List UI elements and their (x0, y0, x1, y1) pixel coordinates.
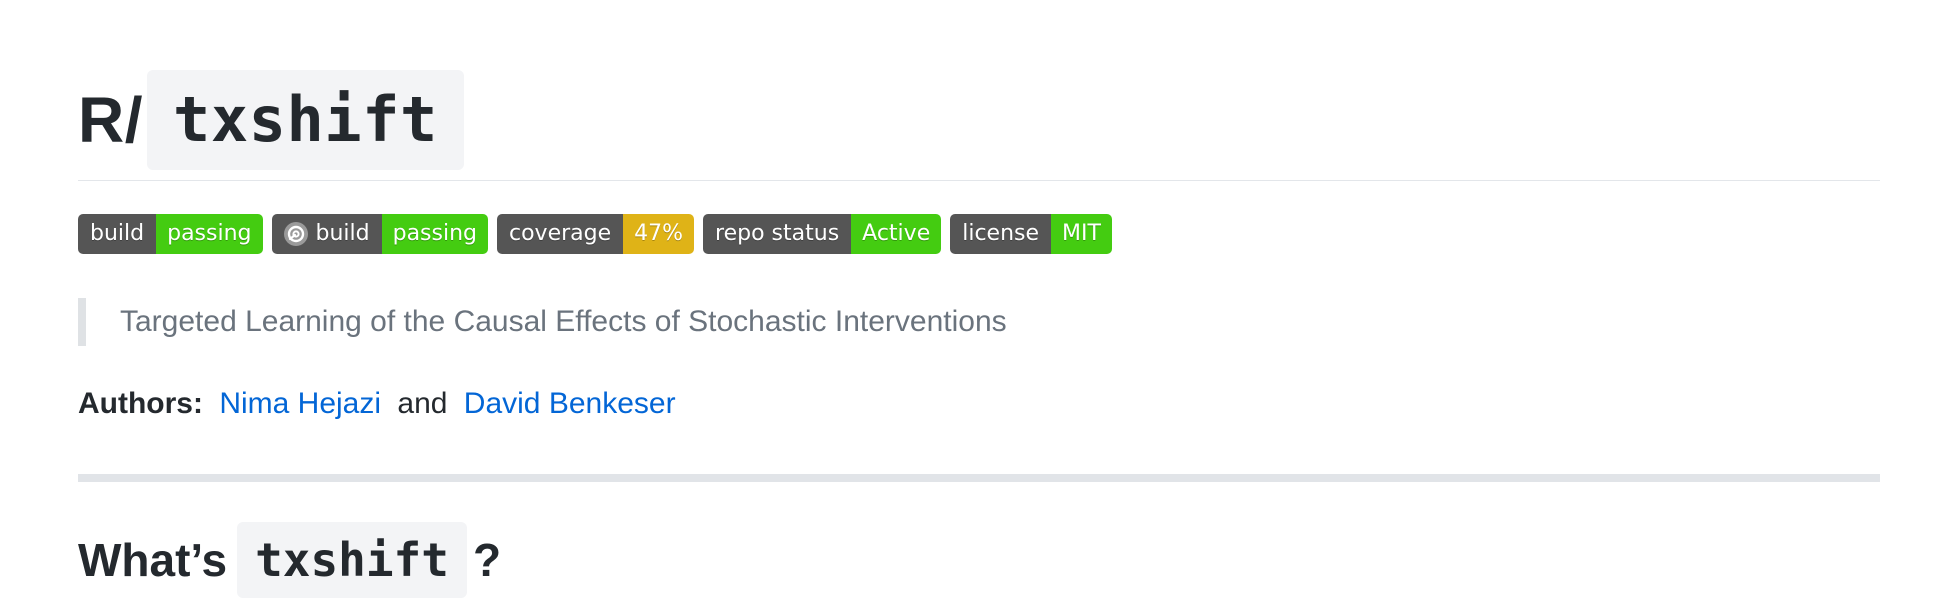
authors-line: Authors: Nima Hejazi and David Benkeser (78, 384, 676, 424)
badge-value: passing (381, 214, 488, 254)
section-heading-code: txshift (237, 522, 467, 598)
coverage-badge[interactable]: coverage 47% (497, 214, 695, 254)
page-title-prefix: R/ (78, 84, 143, 156)
badge-label: build (78, 214, 157, 254)
authors-label: Authors: (78, 387, 203, 420)
section-divider (78, 474, 1880, 482)
section-heading: What’s txshift ? (78, 522, 501, 598)
build-badge-appveyor[interactable]: build passing (271, 214, 488, 254)
build-badge-travis[interactable]: build passing (78, 214, 263, 254)
repo-status-badge[interactable]: repo status Active (703, 214, 942, 254)
section-heading-prefix: What’s (78, 534, 228, 586)
description-blockquote: Targeted Learning of the Causal Effects … (78, 298, 1007, 346)
author-link-david-benkeser[interactable]: David Benkeser (464, 387, 676, 420)
badge-label: build (315, 221, 370, 246)
badge-value: Active (851, 214, 942, 254)
badge-label: repo status (703, 214, 852, 254)
license-badge[interactable]: license MIT (950, 214, 1112, 254)
page-title: R/ txshift (78, 70, 464, 170)
badge-label-wrapper: build (271, 214, 382, 254)
author-link-nima-hejazi[interactable]: Nima Hejazi (219, 387, 381, 420)
badge-label: license (950, 214, 1052, 254)
badge-label: coverage (497, 214, 624, 254)
description-text: Targeted Learning of the Causal Effects … (120, 305, 1007, 338)
authors-conjunction: and (397, 387, 448, 420)
badge-value: MIT (1051, 214, 1112, 254)
blockquote-bar (78, 298, 86, 346)
badge-value: passing (156, 214, 263, 254)
badge-value: 47% (623, 214, 695, 254)
page-title-code: txshift (147, 70, 464, 170)
title-divider (78, 180, 1880, 181)
section-heading-suffix: ? (472, 534, 502, 586)
badge-row: build passing build passing coverage 47%… (78, 214, 1112, 254)
readme-page: R/ txshift build passing build passing c… (0, 0, 1944, 604)
appveyor-icon (283, 222, 308, 246)
